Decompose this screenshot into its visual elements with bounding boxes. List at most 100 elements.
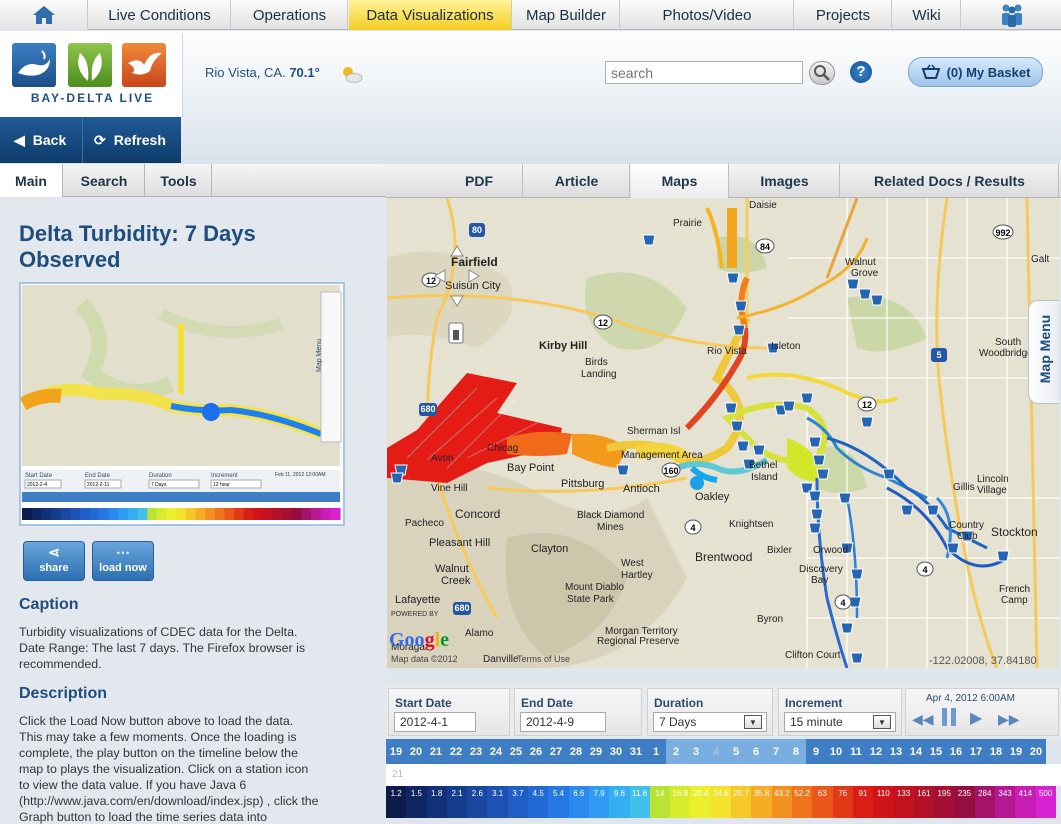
svg-text:4: 4 <box>840 598 845 608</box>
station-icon <box>724 402 738 414</box>
legend-swatch: 2.1 <box>446 786 468 818</box>
legend-swatch: 500 <box>1035 786 1056 818</box>
tab-related-docs[interactable]: Related Docs / Results <box>841 164 1059 198</box>
nav-map-builder[interactable]: Map Builder <box>513 0 620 30</box>
timeline-day[interactable]: 21 <box>426 739 446 764</box>
timeline-day[interactable]: 18 <box>986 739 1006 764</box>
timeline-day[interactable]: 11 <box>846 739 866 764</box>
fast-forward-icon[interactable]: ▶▶ <box>998 711 1020 728</box>
timeline-day[interactable]: 31 <box>626 739 646 764</box>
timeline-day[interactable]: 7 <box>766 739 786 764</box>
timeline-day[interactable]: 27 <box>546 739 566 764</box>
tab-images[interactable]: Images <box>730 164 840 198</box>
thumb-legend-swatch <box>253 508 264 520</box>
tab-search[interactable]: Search <box>64 164 145 197</box>
tab-article[interactable]: Article <box>524 164 630 198</box>
nav-projects[interactable]: Projects <box>795 0 892 30</box>
thumb-legend-swatch <box>272 508 283 520</box>
svg-text:Creek: Creek <box>441 575 471 587</box>
rewind-icon[interactable]: ◀◀ <box>912 711 934 728</box>
home-button[interactable] <box>0 0 88 30</box>
timeline-day[interactable]: 23 <box>466 739 486 764</box>
back-button[interactable]: ◀ Back <box>14 117 78 163</box>
legend-swatch: 63 <box>812 786 833 818</box>
duration-value: 7 Days <box>659 715 697 729</box>
timeline-day[interactable]: 20 <box>406 739 426 764</box>
svg-text:State Park: State Park <box>567 594 615 605</box>
timeline-day[interactable]: 3 <box>686 739 706 764</box>
timeline-day[interactable]: 28 <box>566 739 586 764</box>
svg-text:12: 12 <box>862 400 872 410</box>
svg-text:Brentwood: Brentwood <box>695 550 752 564</box>
increment-select[interactable]: 15 minute ▼ <box>784 712 896 732</box>
timeline[interactable]: 19 20 21 22 23 24 25 26 27 28 29 30 31 1 2 3 4 5 6 7 8 9 10 11 1… <box>386 739 1061 764</box>
pause-icon[interactable] <box>942 708 958 726</box>
svg-text:Sherman Isl: Sherman Isl <box>627 426 680 437</box>
timeline-day[interactable]: 10 <box>826 739 846 764</box>
legend-swatch: 4.5 <box>528 786 549 818</box>
svg-text:4: 4 <box>690 523 695 533</box>
svg-text:Isleton: Isleton <box>771 341 800 352</box>
timeline-day[interactable]: 14 <box>906 739 926 764</box>
refresh-button[interactable]: ⟳ Refresh <box>94 117 174 163</box>
share-button[interactable]: ⋖ share <box>23 541 85 581</box>
left-panel-tabs: Main Search Tools <box>0 164 386 197</box>
turbidity-map[interactable]: Fairfield Suisun City Kirby Hill Birds L… <box>387 198 1059 668</box>
timeline-day[interactable]: 13 <box>886 739 906 764</box>
station-icon <box>616 464 630 476</box>
end-date-input[interactable]: 2012-4-9 <box>520 712 606 732</box>
legend-swatch: 133 <box>893 786 914 818</box>
tab-pdf[interactable]: PDF <box>436 164 523 198</box>
timeline-day[interactable]: 30 <box>606 739 626 764</box>
timeline-day[interactable]: 9 <box>806 739 826 764</box>
timeline-day[interactable]: 20 <box>1026 739 1046 764</box>
timeline-day[interactable]: 8 <box>786 739 806 764</box>
svg-text:680: 680 <box>454 603 469 613</box>
timeline-day[interactable]: 15 <box>926 739 946 764</box>
svg-text:Black Diamond: Black Diamond <box>577 510 644 521</box>
start-date-input[interactable]: 2012-4-1 <box>394 712 476 732</box>
timeline-day[interactable]: 4 <box>706 739 726 764</box>
timeline-day[interactable]: 25 <box>506 739 526 764</box>
load-now-button[interactable]: ⋯ load now <box>92 541 154 581</box>
timeline-day[interactable]: 16 <box>946 739 966 764</box>
help-icon[interactable]: ? <box>850 61 872 83</box>
svg-text:Fairfield: Fairfield <box>451 255 498 269</box>
duration-select[interactable]: 7 Days ▼ <box>653 712 767 732</box>
timeline-day[interactable]: 19 <box>1006 739 1026 764</box>
tab-tools[interactable]: Tools <box>146 164 212 197</box>
timeline-day[interactable]: 12 <box>866 739 886 764</box>
bay-delta-logo[interactable]: BAY-DELTA LIVE <box>0 33 183 117</box>
timeline-day[interactable]: 29 <box>586 739 606 764</box>
visualization-title: Delta Turbidity: 7 Days Observed <box>19 221 256 272</box>
turbidity-color-legend: 1.2 1.5 1.8 2.1 2.6 3.1 3.7 4.5 5.4 6.6 7.9 9.6 11.6… <box>386 786 1056 818</box>
svg-text:12: 12 <box>598 318 608 328</box>
timeline-day[interactable]: 2 <box>666 739 686 764</box>
visualization-thumbnail[interactable]: Map Menu Start Date End Date Duration In… <box>19 282 345 526</box>
map-menu-tab[interactable]: Map Menu <box>1028 300 1059 404</box>
nav-wiki[interactable]: Wiki <box>893 0 961 30</box>
station-icon <box>900 504 914 516</box>
timeline-day[interactable]: 26 <box>526 739 546 764</box>
tab-maps[interactable]: Maps <box>631 164 729 198</box>
timeline-day[interactable]: 1 <box>646 739 666 764</box>
timeline-day[interactable]: 22 <box>446 739 466 764</box>
community-button[interactable] <box>962 0 1061 30</box>
svg-text:Prairie: Prairie <box>673 218 702 229</box>
my-basket-button[interactable]: (0) My Basket <box>908 57 1043 87</box>
nav-photos-video[interactable]: Photos/Video <box>621 0 794 30</box>
timeline-day[interactable]: 6 <box>746 739 766 764</box>
tab-main[interactable]: Main <box>0 164 63 197</box>
nav-live-conditions[interactable]: Live Conditions <box>89 0 231 30</box>
timeline-day[interactable]: 19 <box>386 739 406 764</box>
timeline-day[interactable]: 24 <box>486 739 506 764</box>
play-icon[interactable]: ▶ <box>970 708 982 728</box>
search-button[interactable] <box>809 61 835 85</box>
nav-data-visualizations[interactable]: Data Visualizations <box>349 0 512 30</box>
timeline-day[interactable]: 17 <box>966 739 986 764</box>
timeline-day[interactable]: 5 <box>726 739 746 764</box>
caption-text: Turbidity visualizations of CDEC data fo… <box>19 625 306 671</box>
search-input[interactable] <box>605 61 803 84</box>
svg-text:Antioch: Antioch <box>623 483 660 495</box>
nav-operations[interactable]: Operations <box>232 0 348 30</box>
